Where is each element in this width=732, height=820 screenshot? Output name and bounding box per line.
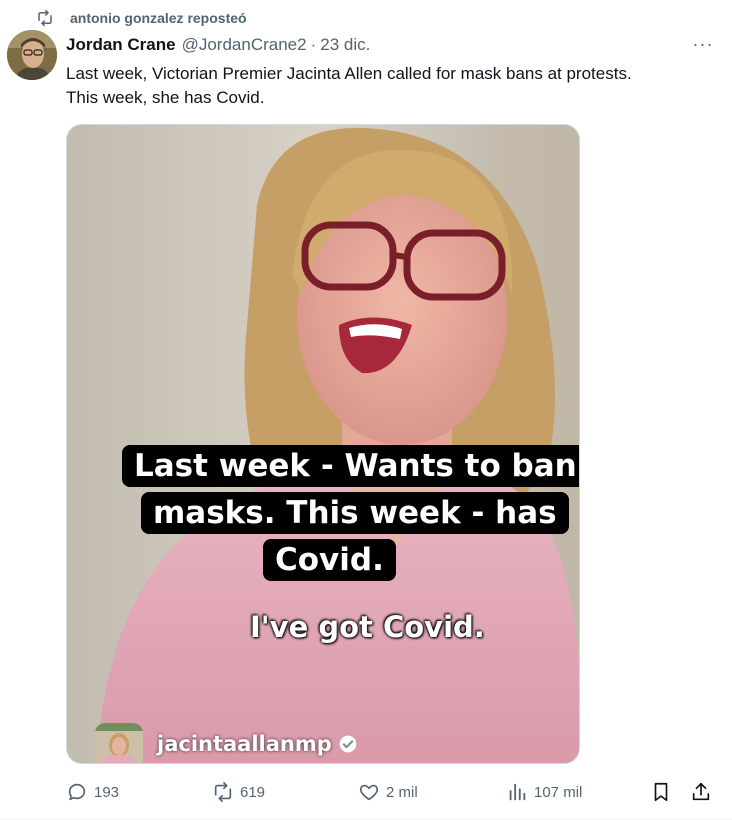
post-date[interactable]: 23 dic. [320,35,370,55]
caption-line-3: Covid. [263,539,396,581]
author-handle[interactable]: @JordanCrane2 [182,35,307,55]
separator-dot: · [310,35,317,54]
author-avatar[interactable] [7,30,57,80]
share-icon [692,782,710,801]
watermark-avatar [95,723,143,763]
like-button[interactable]: 2 mil [358,778,418,806]
action-bar: 193 619 2 mil 107 mil [66,778,716,806]
post-text: Last week, Victorian Premier Jacinta All… [66,62,706,110]
repost-text: antonio gonzalez reposteó [70,10,247,26]
repost-icon [214,782,232,802]
video-media[interactable]: Last week - Wants to ban masks. This wee… [66,124,580,764]
post-header: Jordan Crane @JordanCrane2 · 23 dic. [66,34,370,56]
bookmark-icon [654,782,668,802]
video-subtitle: I've got Covid. [250,610,485,644]
repost-count: 619 [240,783,266,801]
repost-icon [38,9,52,27]
views-count: 107 mil [534,783,583,801]
reply-count: 193 [94,783,120,801]
bar-chart-icon [509,783,526,801]
repost-button[interactable]: 619 [212,778,265,806]
verified-icon [339,735,357,753]
author-name[interactable]: Jordan Crane [66,35,176,55]
tiktok-watermark: jacintaallanmp [95,723,358,763]
watermark-username: jacintaallanmp [157,732,332,756]
more-icon: ··· [692,33,714,54]
post[interactable]: antonio gonzalez reposteó Jordan Crane @… [0,0,732,820]
more-button[interactable]: ··· [690,34,716,54]
like-count: 2 mil [386,783,418,801]
bookmark-button[interactable] [650,778,672,806]
share-button[interactable] [690,778,712,806]
reply-button[interactable]: 193 [66,778,119,806]
post-text-line-1: Last week, Victorian Premier Jacinta All… [66,64,632,83]
views-button[interactable]: 107 mil [506,778,582,806]
caption-line-2: masks. This week - has [141,492,569,534]
repost-indicator[interactable]: antonio gonzalez reposteó [36,8,247,28]
reply-icon [68,783,86,801]
heart-icon [359,784,379,801]
caption-line-1: Last week - Wants to ban [122,445,579,487]
post-text-line-2: This week, she has Covid. [66,88,265,107]
